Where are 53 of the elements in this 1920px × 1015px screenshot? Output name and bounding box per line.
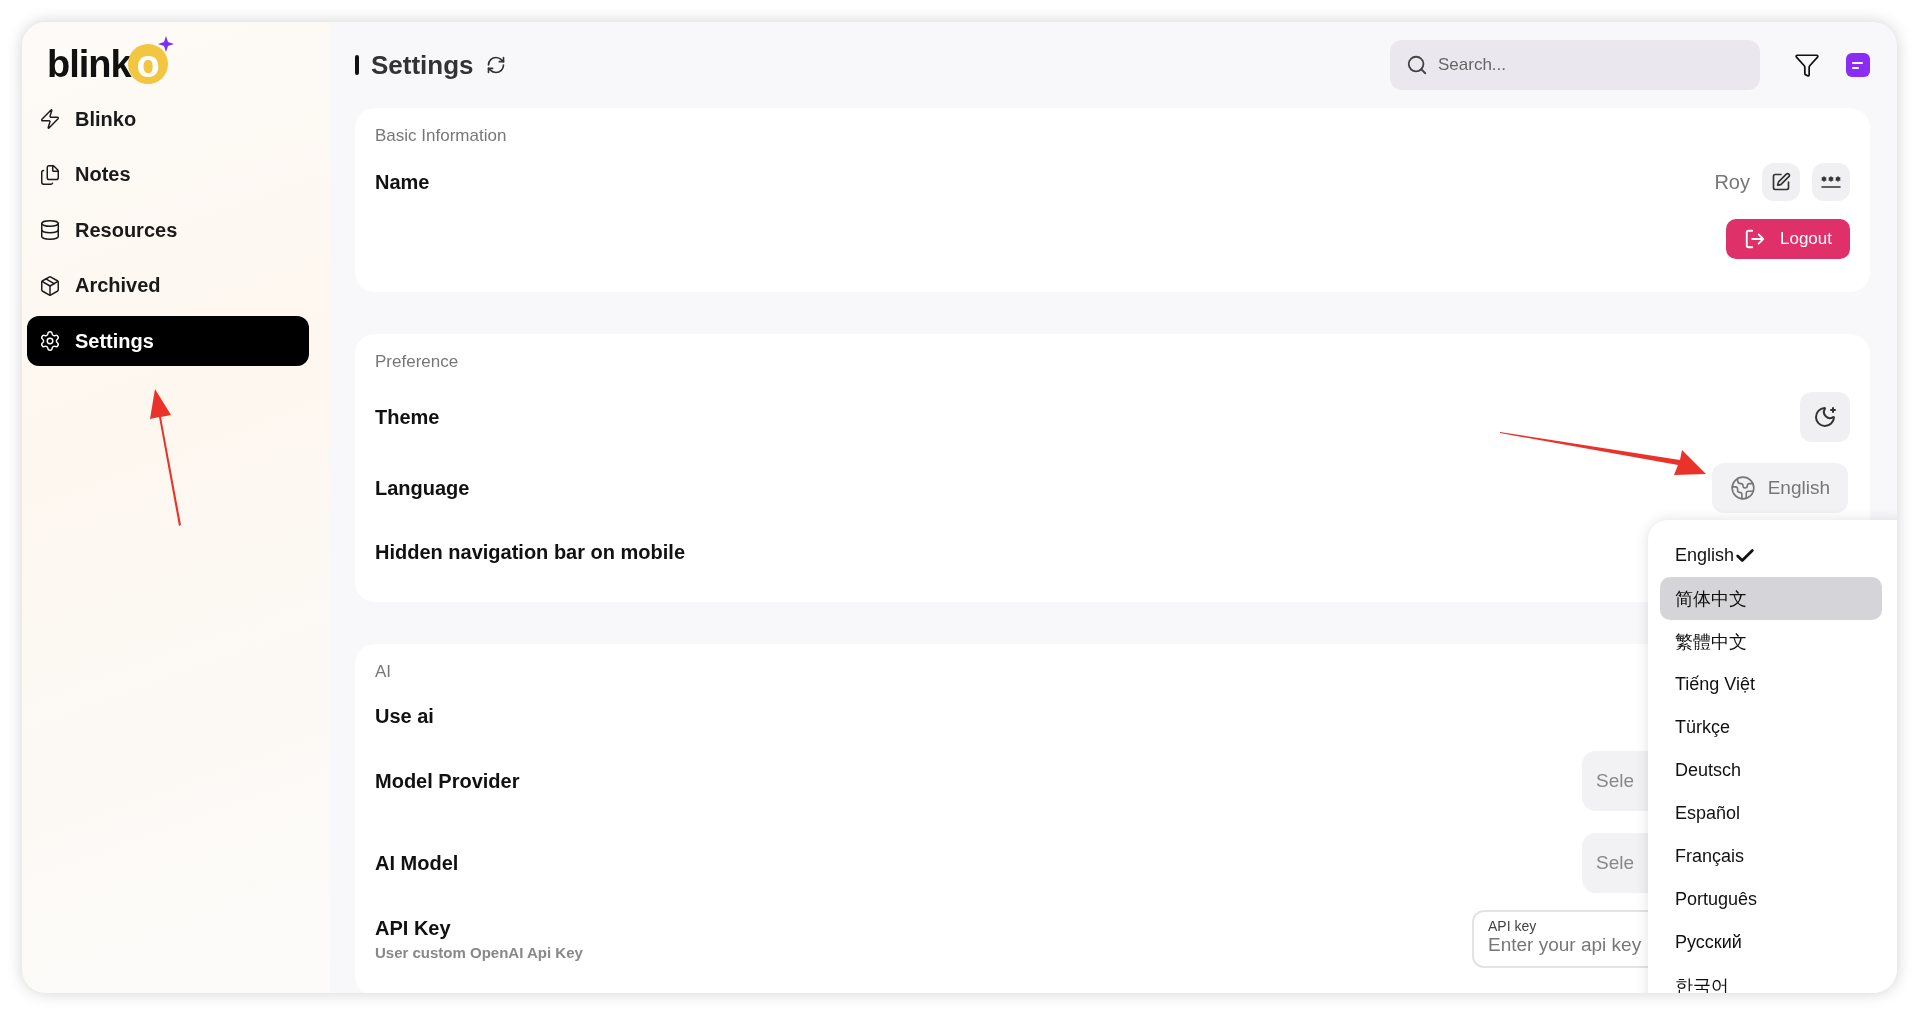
edit-icon <box>1771 172 1791 192</box>
name-value: Roy <box>1714 170 1750 194</box>
refresh-icon[interactable] <box>485 55 506 75</box>
setting-label: Theme <box>375 405 440 429</box>
setting-label: Name <box>375 170 430 194</box>
language-option[interactable]: Deutsch <box>1660 749 1882 792</box>
search-icon <box>1406 54 1428 76</box>
sidebar-item[interactable]: Settings <box>27 316 309 366</box>
section-title: AI <box>375 662 393 682</box>
filter-icon[interactable] <box>1794 52 1820 78</box>
language-option[interactable]: Español <box>1660 792 1882 835</box>
theme-button[interactable] <box>1800 392 1850 442</box>
settings-icon <box>39 330 61 352</box>
language-option[interactable]: 繁體中文 <box>1660 620 1882 663</box>
logo: blinko <box>47 44 168 84</box>
password-icon <box>1820 174 1842 190</box>
section-title: Preference <box>375 352 460 372</box>
language-option[interactable]: Tiếng Việt <box>1660 663 1882 706</box>
language-option[interactable]: 简体中文 <box>1660 577 1882 620</box>
password-button[interactable] <box>1812 163 1850 201</box>
page-title: Settings <box>371 49 474 81</box>
logout-icon <box>1744 228 1766 250</box>
setting-description: User custom OpenAI Api Key <box>375 944 583 961</box>
section-title: Basic Information <box>375 126 508 146</box>
note-icon[interactable] <box>1846 53 1870 77</box>
sidebar-item[interactable]: Resources <box>27 205 309 255</box>
box-icon <box>39 274 61 297</box>
moon-icon <box>1813 405 1837 429</box>
edit-button[interactable] <box>1762 163 1800 201</box>
field-label: API key <box>1488 918 1538 934</box>
sparkle-icon <box>157 36 174 52</box>
setting-label: Hidden navigation bar on mobile <box>375 540 686 564</box>
setting-label: Model Provider <box>375 769 520 793</box>
setting-label: API Key <box>375 917 451 939</box>
language-option[interactable]: Português <box>1660 878 1882 921</box>
setting-label: Use ai <box>375 704 434 728</box>
language-button[interactable]: English <box>1711 463 1848 513</box>
logout-button[interactable]: Logout <box>1726 219 1850 259</box>
language-option[interactable]: Türkçe <box>1660 706 1882 749</box>
language-option[interactable]: English <box>1660 534 1882 577</box>
sidebar-item[interactable]: Notes <box>27 149 309 200</box>
globe-icon <box>1729 475 1756 501</box>
language-option[interactable]: Français <box>1660 835 1882 878</box>
api-key-field[interactable]: API key Enter your api key <box>1472 910 1648 968</box>
setting-label: AI Model <box>375 851 459 875</box>
setting-label: Language <box>375 476 470 500</box>
sidebar-item[interactable]: Blinko <box>27 94 309 144</box>
sidebar-item[interactable]: Archived <box>27 260 309 311</box>
notes-icon <box>39 163 61 186</box>
lightning-icon <box>39 108 61 130</box>
database-icon <box>39 219 61 241</box>
language-option[interactable]: Русский <box>1660 921 1882 964</box>
search-field[interactable]: Search... <box>1390 40 1760 90</box>
